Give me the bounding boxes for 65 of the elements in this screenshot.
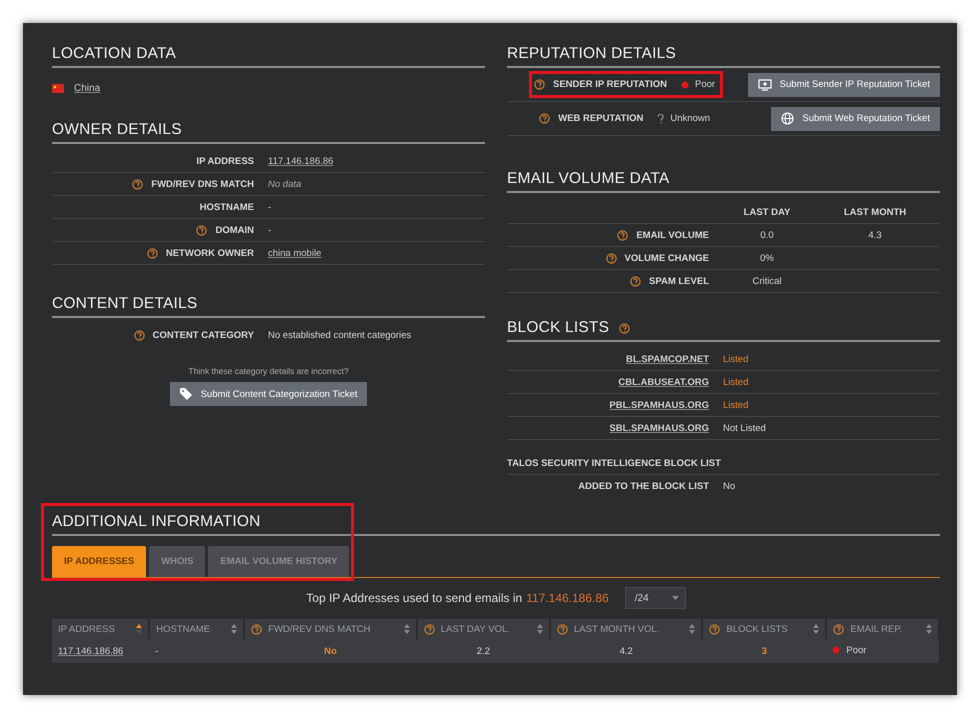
table-cell: -: [155, 646, 158, 656]
range-dropdown[interactable]: /24: [624, 587, 686, 609]
caption-text: Top IP Addresses used to send emails in: [306, 591, 522, 605]
table-cell: 0.0: [760, 230, 774, 240]
field-label: WEB REPUTATION: [558, 113, 644, 124]
column-header: LAST DAY: [742, 206, 792, 218]
submit-ticket-button[interactable]: Submit Content Categorization Ticket: [170, 382, 368, 406]
field-label: NETWORK OWNER: [166, 248, 254, 258]
column-header[interactable]: HOSTNAME: [149, 619, 244, 639]
listing-status: Not Listed: [723, 422, 766, 434]
table-cell: 2.2: [476, 646, 490, 656]
section-heading: ADDITIONAL INFORMATION: [52, 513, 940, 536]
field-value: No data: [268, 178, 302, 190]
block-list-link[interactable]: BL.SPAMCOP.NET: [626, 354, 709, 364]
table-cell: Critical: [752, 276, 782, 286]
subheading: TALOS SECURITY INTELLIGENCE BLOCK LIST: [507, 458, 721, 468]
column-header: LAST MONTH: [842, 206, 908, 218]
tab[interactable]: IP ADDRESSES: [52, 546, 146, 577]
section-heading: BLOCK LISTS: [507, 319, 610, 337]
section-heading: EMAIL VOLUME DATA: [507, 170, 940, 193]
column-header[interactable]: EMAIL REP.: [826, 619, 939, 639]
field-label: ADDED TO THE BLOCK LIST: [578, 480, 709, 492]
block-list-link[interactable]: SBL.SPAMHAUS.ORG: [609, 422, 709, 434]
caption-ip: 117.146.186.86: [526, 591, 609, 605]
column-header[interactable]: LAST DAY VOL.: [416, 619, 550, 639]
field-link[interactable]: china mobile: [268, 248, 322, 258]
listing-status: Listed: [723, 400, 748, 410]
section-heading: LOCATION DATA: [52, 45, 485, 68]
column-header[interactable]: FWD/REV DNS MATCH: [244, 619, 417, 639]
table-cell: 0%: [760, 252, 774, 264]
column-header[interactable]: BLOCK LISTS: [702, 619, 826, 639]
field-label: IP ADDRESS: [196, 156, 254, 166]
table-cell: No: [324, 646, 337, 656]
field-value: -: [268, 224, 272, 236]
field-label: CONTENT CATEGORY: [152, 330, 254, 340]
submit-ticket-button[interactable]: Submit Sender IP Reputation Ticket: [748, 72, 940, 96]
column-header[interactable]: LAST MONTH VOL.: [550, 619, 702, 639]
field-label: SENDER IP REPUTATION: [553, 79, 668, 90]
note-text: Think these category details are incorrect?: [187, 366, 350, 376]
block-list-link[interactable]: PBL.SPAMHAUS.ORG: [609, 400, 709, 410]
reputation-value: Poor: [695, 79, 716, 90]
table-cell: Poor: [846, 644, 866, 656]
country-link[interactable]: China: [74, 83, 100, 94]
field-label: SPAM LEVEL: [649, 276, 709, 286]
table-cell: 4.3: [868, 230, 882, 240]
table-cell: 3: [762, 646, 768, 656]
submit-ticket-button[interactable]: Submit Web Reputation Ticket: [771, 106, 940, 130]
field-label: VOLUME CHANGE: [624, 252, 709, 264]
listing-status: Listed: [723, 376, 748, 388]
column-header[interactable]: IP ADDRESS: [52, 619, 150, 639]
field-value: -: [268, 202, 272, 212]
field-label: HOSTNAME: [200, 202, 254, 212]
block-list-link[interactable]: CBL.ABUSEAT.ORG: [618, 376, 709, 388]
section-heading: OWNER DETAILS: [52, 121, 485, 144]
listing-status: Listed: [723, 354, 748, 364]
section-heading: CONTENT DETAILS: [52, 295, 485, 318]
field-label: EMAIL VOLUME: [636, 230, 709, 240]
field-value: No: [723, 480, 736, 492]
field-label: DOMAIN: [215, 224, 254, 236]
field-link[interactable]: 117.146.186.86: [268, 156, 334, 166]
field-value: No established content categories: [268, 330, 412, 340]
reputation-value: Unknown: [670, 113, 710, 124]
field-label: FWD/REV DNS MATCH: [151, 178, 254, 190]
section-heading: REPUTATION DETAILS: [507, 45, 940, 68]
table-cell: 4.2: [620, 646, 633, 656]
